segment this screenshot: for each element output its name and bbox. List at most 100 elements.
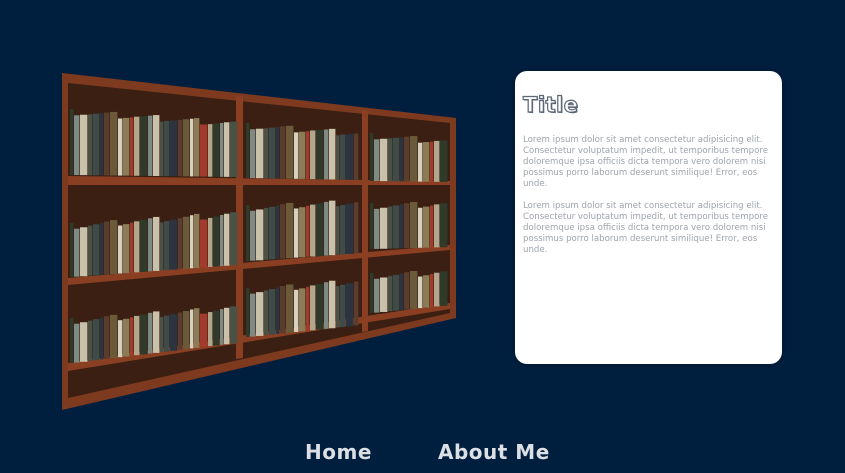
book-spine [400, 137, 404, 182]
book-spine [388, 276, 393, 312]
book-spine [423, 206, 430, 248]
book-spine [256, 209, 264, 261]
book-spine [418, 142, 423, 182]
book-spine [183, 311, 190, 350]
book-spine [160, 316, 164, 353]
book-spine [250, 129, 256, 179]
book-spine [329, 128, 336, 180]
book-spine [190, 118, 194, 177]
book-spine [388, 138, 393, 182]
book-spine [148, 218, 153, 272]
book-spine [316, 203, 324, 257]
book-spine [110, 314, 118, 359]
book-spine [329, 200, 336, 256]
book-spine [100, 317, 104, 360]
book-spine [88, 225, 93, 276]
book-spine [250, 210, 256, 261]
book-spine [246, 205, 250, 261]
nav-link-about-me[interactable]: About Me [438, 440, 550, 464]
book-spine [276, 127, 280, 179]
book-spine [118, 118, 123, 176]
book-spine [440, 140, 448, 182]
book-spine [170, 120, 178, 177]
book-spine [380, 277, 388, 312]
book-spine [374, 278, 380, 313]
book-spine [269, 127, 276, 179]
book-spine [123, 117, 130, 176]
book-spine [104, 112, 110, 176]
book-spine [324, 282, 329, 329]
book-spine [80, 227, 88, 277]
book-spine [148, 312, 153, 354]
book-spine [230, 121, 238, 177]
book-spine [200, 124, 208, 177]
book-spine [100, 222, 104, 275]
book-spine [183, 119, 190, 177]
book-spine [224, 213, 230, 266]
book-spine [190, 215, 194, 269]
book-spine [123, 318, 130, 357]
book-spine [264, 208, 269, 260]
book-spine [220, 309, 224, 345]
book-spine [276, 287, 280, 334]
book-spine [213, 310, 220, 346]
book-spine [354, 133, 359, 180]
book-spine [130, 222, 134, 273]
book-spine [224, 122, 230, 177]
book-spine [294, 289, 299, 332]
card-paragraph: Lorem ipsum dolor sit amet consectetur a… [523, 201, 768, 255]
card-paragraph: Lorem ipsum dolor sit amet consectetur a… [523, 135, 768, 189]
book-spine [400, 204, 404, 249]
book-spine [418, 207, 423, 248]
book-spine [346, 283, 354, 327]
book-spine [316, 129, 324, 180]
book-spine [370, 133, 374, 181]
book-spine [310, 204, 316, 257]
book-spine [256, 128, 264, 179]
book-spine [93, 113, 100, 176]
book-spine [336, 206, 340, 255]
book-spine [148, 115, 153, 176]
book-spine [404, 203, 410, 249]
book-spine [70, 109, 74, 175]
book-spine [80, 114, 88, 176]
book-spine [380, 207, 388, 249]
book-spine [164, 221, 170, 271]
book-spine [246, 123, 250, 178]
book-spine [286, 202, 294, 259]
book-spine [93, 224, 100, 276]
book-spine [306, 205, 310, 257]
book-spine [250, 293, 256, 337]
book-spine [170, 314, 178, 351]
nav-link-home[interactable]: Home [305, 440, 372, 464]
book-spine [434, 140, 440, 182]
book-spine [310, 130, 316, 180]
book-spine [280, 126, 286, 179]
book-spine [393, 205, 400, 249]
book-spine [393, 274, 400, 311]
book-spine [276, 205, 280, 259]
book-spine [294, 132, 299, 179]
book-spine [299, 207, 306, 258]
bookshelf-image [62, 73, 456, 410]
book-spine [213, 123, 220, 177]
book-spine [74, 115, 80, 176]
book-spine [374, 139, 380, 182]
book-spine [213, 216, 220, 267]
book-spine [70, 318, 74, 363]
book-spine [130, 317, 134, 356]
book-spine [410, 201, 418, 248]
book-spine [134, 221, 140, 273]
book-spine [134, 315, 140, 356]
book-spine [194, 213, 200, 268]
book-spine [160, 222, 164, 271]
book-spine [246, 288, 250, 337]
book-spine [430, 141, 434, 182]
book-spine [370, 203, 374, 249]
book-spine [340, 134, 346, 180]
book-spine [200, 313, 208, 348]
book-spine [280, 286, 286, 334]
book-spine [104, 316, 110, 359]
book-spine [310, 285, 316, 331]
book-spine [220, 122, 224, 177]
